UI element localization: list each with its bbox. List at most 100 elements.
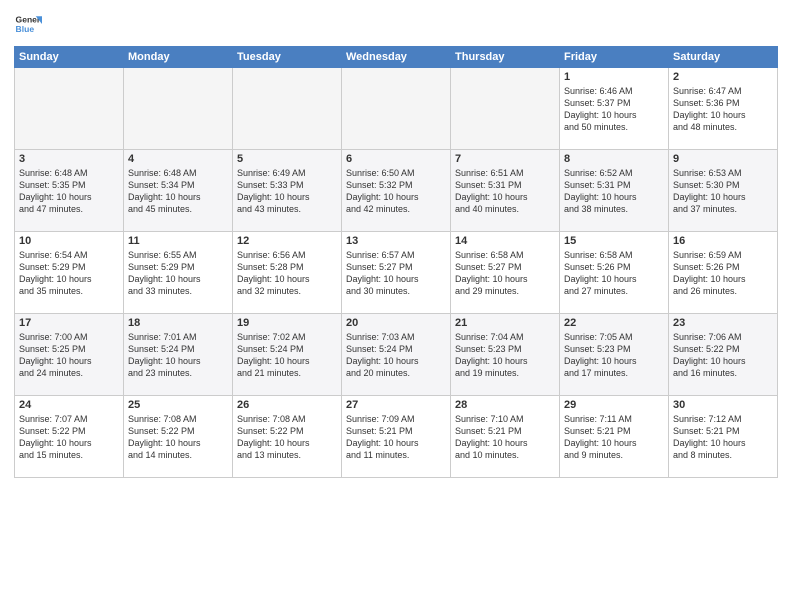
day-info: Sunrise: 7:00 AM Sunset: 5:25 PM Dayligh… — [19, 331, 119, 380]
day-number: 6 — [346, 153, 446, 165]
day-info: Sunrise: 6:48 AM Sunset: 5:35 PM Dayligh… — [19, 167, 119, 216]
day-info: Sunrise: 7:04 AM Sunset: 5:23 PM Dayligh… — [455, 331, 555, 380]
day-number: 29 — [564, 399, 664, 411]
calendar-cell: 25 Sunrise: 7:08 AM Sunset: 5:22 PM Dayli… — [124, 396, 233, 478]
day-info: Sunrise: 6:53 AM Sunset: 5:30 PM Dayligh… — [673, 167, 773, 216]
day-number: 24 — [19, 399, 119, 411]
day-info: Sunrise: 7:03 AM Sunset: 5:24 PM Dayligh… — [346, 331, 446, 380]
calendar-cell: 5 Sunrise: 6:49 AM Sunset: 5:33 PM Daylig… — [233, 150, 342, 232]
day-info: Sunrise: 6:51 AM Sunset: 5:31 PM Dayligh… — [455, 167, 555, 216]
day-info: Sunrise: 6:46 AM Sunset: 5:37 PM Dayligh… — [564, 85, 664, 134]
weekday-header-monday: Monday — [124, 47, 233, 68]
day-number: 22 — [564, 317, 664, 329]
day-info: Sunrise: 6:57 AM Sunset: 5:27 PM Dayligh… — [346, 249, 446, 298]
weekday-header-row: SundayMondayTuesdayWednesdayThursdayFrid… — [15, 47, 778, 68]
day-info: Sunrise: 7:01 AM Sunset: 5:24 PM Dayligh… — [128, 331, 228, 380]
calendar-cell: 11 Sunrise: 6:55 AM Sunset: 5:29 PM Dayli… — [124, 232, 233, 314]
calendar-cell: 10 Sunrise: 6:54 AM Sunset: 5:29 PM Dayli… — [15, 232, 124, 314]
calendar-cell: 1 Sunrise: 6:46 AM Sunset: 5:37 PM Daylig… — [560, 68, 669, 150]
calendar-table: SundayMondayTuesdayWednesdayThursdayFrid… — [14, 46, 778, 478]
calendar-cell: 13 Sunrise: 6:57 AM Sunset: 5:27 PM Dayli… — [342, 232, 451, 314]
day-info: Sunrise: 6:50 AM Sunset: 5:32 PM Dayligh… — [346, 167, 446, 216]
day-number: 12 — [237, 235, 337, 247]
day-info: Sunrise: 7:10 AM Sunset: 5:21 PM Dayligh… — [455, 413, 555, 462]
calendar-cell: 28 Sunrise: 7:10 AM Sunset: 5:21 PM Dayli… — [451, 396, 560, 478]
calendar-cell: 4Sunrise: 6:48 AM Sunset: 5:34 PM Daylig… — [124, 150, 233, 232]
day-info: Sunrise: 6:49 AM Sunset: 5:33 PM Dayligh… — [237, 167, 337, 216]
day-number: 11 — [128, 235, 228, 247]
calendar-week-row: 10 Sunrise: 6:54 AM Sunset: 5:29 PM Dayli… — [15, 232, 778, 314]
calendar-cell: 9 Sunrise: 6:53 AM Sunset: 5:30 PM Daylig… — [669, 150, 778, 232]
weekday-header-saturday: Saturday — [669, 47, 778, 68]
calendar-week-row: 3 Sunrise: 6:48 AM Sunset: 5:35 PM Daylig… — [15, 150, 778, 232]
day-info: Sunrise: 7:08 AM Sunset: 5:22 PM Dayligh… — [128, 413, 228, 462]
calendar-cell: 2 Sunrise: 6:47 AM Sunset: 5:36 PM Daylig… — [669, 68, 778, 150]
day-number: 7 — [455, 153, 555, 165]
day-number: 18 — [128, 317, 228, 329]
calendar-cell: 22 Sunrise: 7:05 AM Sunset: 5:23 PM Dayli… — [560, 314, 669, 396]
day-info: Sunrise: 6:56 AM Sunset: 5:28 PM Dayligh… — [237, 249, 337, 298]
day-info: Sunrise: 7:11 AM Sunset: 5:21 PM Dayligh… — [564, 413, 664, 462]
logo: General Blue — [14, 10, 42, 38]
calendar-week-row: 1 Sunrise: 6:46 AM Sunset: 5:37 PM Daylig… — [15, 68, 778, 150]
calendar-cell: 26 Sunrise: 7:08 AM Sunset: 5:22 PM Dayli… — [233, 396, 342, 478]
day-info: Sunrise: 6:59 AM Sunset: 5:26 PM Dayligh… — [673, 249, 773, 298]
calendar-week-row: 24 Sunrise: 7:07 AM Sunset: 5:22 PM Dayli… — [15, 396, 778, 478]
day-info: Sunrise: 6:48 AM Sunset: 5:34 PM Dayligh… — [128, 167, 228, 216]
calendar-cell: 3 Sunrise: 6:48 AM Sunset: 5:35 PM Daylig… — [15, 150, 124, 232]
day-number: 23 — [673, 317, 773, 329]
calendar-week-row: 17 Sunrise: 7:00 AM Sunset: 5:25 PM Dayli… — [15, 314, 778, 396]
day-info: Sunrise: 6:47 AM Sunset: 5:36 PM Dayligh… — [673, 85, 773, 134]
calendar-cell — [342, 68, 451, 150]
calendar-cell: 6 Sunrise: 6:50 AM Sunset: 5:32 PM Daylig… — [342, 150, 451, 232]
calendar-cell: 27Sunrise: 7:09 AM Sunset: 5:21 PM Dayli… — [342, 396, 451, 478]
day-number: 16 — [673, 235, 773, 247]
calendar-cell: 30 Sunrise: 7:12 AM Sunset: 5:21 PM Dayli… — [669, 396, 778, 478]
calendar-cell: 15Sunrise: 6:58 AM Sunset: 5:26 PM Dayli… — [560, 232, 669, 314]
header: General Blue — [14, 10, 778, 38]
weekday-header-sunday: Sunday — [15, 47, 124, 68]
calendar-cell: 7 Sunrise: 6:51 AM Sunset: 5:31 PM Daylig… — [451, 150, 560, 232]
day-number: 20 — [346, 317, 446, 329]
day-number: 3 — [19, 153, 119, 165]
day-info: Sunrise: 7:09 AM Sunset: 5:21 PM Dayligh… — [346, 413, 446, 462]
calendar-cell: 21Sunrise: 7:04 AM Sunset: 5:23 PM Dayli… — [451, 314, 560, 396]
day-number: 17 — [19, 317, 119, 329]
svg-text:General: General — [16, 14, 42, 24]
day-number: 13 — [346, 235, 446, 247]
calendar-cell: 12 Sunrise: 6:56 AM Sunset: 5:28 PM Dayli… — [233, 232, 342, 314]
day-info: Sunrise: 7:02 AM Sunset: 5:24 PM Dayligh… — [237, 331, 337, 380]
day-number: 26 — [237, 399, 337, 411]
day-info: Sunrise: 6:52 AM Sunset: 5:31 PM Dayligh… — [564, 167, 664, 216]
day-number: 28 — [455, 399, 555, 411]
day-number: 8 — [564, 153, 664, 165]
calendar-cell: 14Sunrise: 6:58 AM Sunset: 5:27 PM Dayli… — [451, 232, 560, 314]
day-info: Sunrise: 6:55 AM Sunset: 5:29 PM Dayligh… — [128, 249, 228, 298]
day-info: Sunrise: 7:12 AM Sunset: 5:21 PM Dayligh… — [673, 413, 773, 462]
day-info: Sunrise: 6:54 AM Sunset: 5:29 PM Dayligh… — [19, 249, 119, 298]
calendar-cell: 20 Sunrise: 7:03 AM Sunset: 5:24 PM Dayli… — [342, 314, 451, 396]
day-number: 1 — [564, 71, 664, 83]
calendar-cell — [233, 68, 342, 150]
day-number: 5 — [237, 153, 337, 165]
day-info: Sunrise: 7:05 AM Sunset: 5:23 PM Dayligh… — [564, 331, 664, 380]
day-info: Sunrise: 7:07 AM Sunset: 5:22 PM Dayligh… — [19, 413, 119, 462]
calendar-cell — [15, 68, 124, 150]
day-number: 9 — [673, 153, 773, 165]
day-number: 25 — [128, 399, 228, 411]
day-info: Sunrise: 6:58 AM Sunset: 5:27 PM Dayligh… — [455, 249, 555, 298]
day-number: 2 — [673, 71, 773, 83]
logo-icon: General Blue — [14, 10, 42, 38]
weekday-header-tuesday: Tuesday — [233, 47, 342, 68]
calendar-cell: 19Sunrise: 7:02 AM Sunset: 5:24 PM Dayli… — [233, 314, 342, 396]
calendar-cell: 17 Sunrise: 7:00 AM Sunset: 5:25 PM Dayli… — [15, 314, 124, 396]
svg-text:Blue: Blue — [16, 24, 35, 34]
day-info: Sunrise: 7:08 AM Sunset: 5:22 PM Dayligh… — [237, 413, 337, 462]
day-number: 30 — [673, 399, 773, 411]
weekday-header-friday: Friday — [560, 47, 669, 68]
page-container: General Blue SundayMondayTuesdayWednesda… — [0, 0, 792, 484]
calendar-cell: 23Sunrise: 7:06 AM Sunset: 5:22 PM Dayli… — [669, 314, 778, 396]
calendar-cell: 29 Sunrise: 7:11 AM Sunset: 5:21 PM Dayli… — [560, 396, 669, 478]
calendar-cell: 8 Sunrise: 6:52 AM Sunset: 5:31 PM Daylig… — [560, 150, 669, 232]
day-number: 10 — [19, 235, 119, 247]
